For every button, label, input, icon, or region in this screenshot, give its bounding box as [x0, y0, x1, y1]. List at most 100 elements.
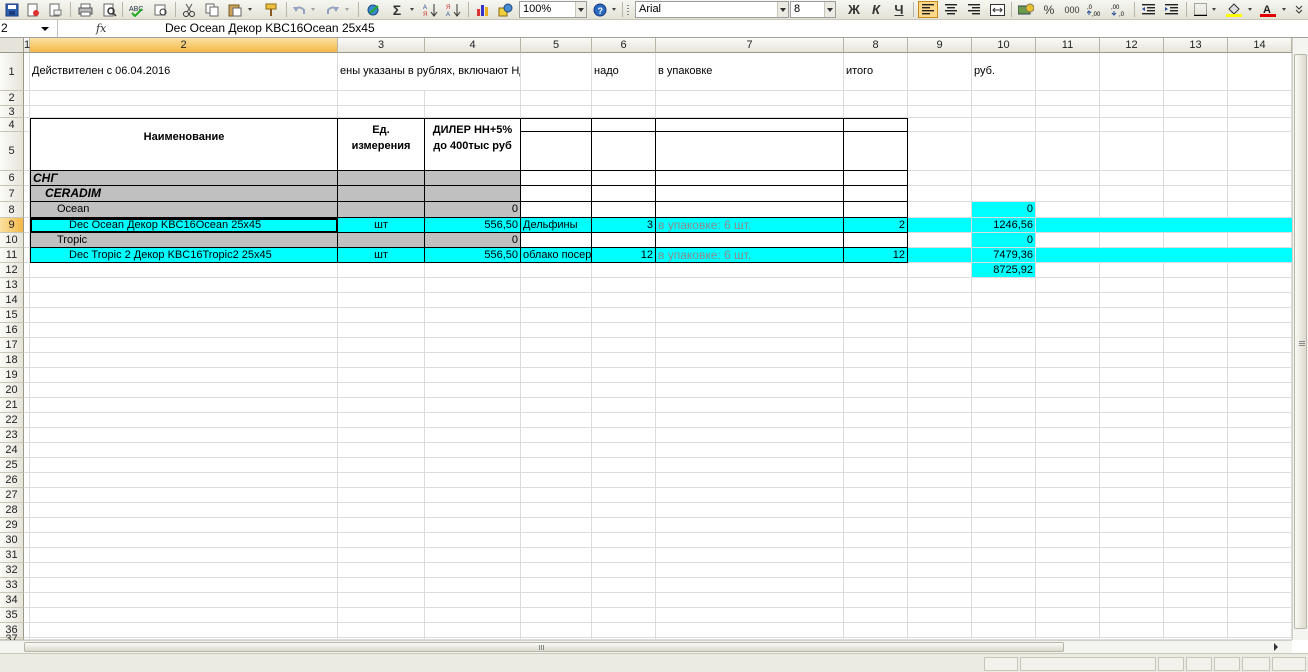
grid-cell[interactable]: [1164, 533, 1228, 548]
grid-cell[interactable]: [30, 106, 338, 118]
cell-valid-from[interactable]: Действителен с 06.04.2016: [30, 53, 338, 91]
grid-cell[interactable]: [338, 91, 425, 106]
group-ceradim[interactable]: CERADIM: [30, 186, 338, 202]
grid-cell[interactable]: [521, 443, 592, 458]
group-blank-cell[interactable]: [844, 171, 908, 186]
grid-cell[interactable]: [592, 398, 656, 413]
grid-cell[interactable]: [338, 413, 425, 428]
grid-cell[interactable]: [972, 593, 1036, 608]
group-cis[interactable]: СНГ: [30, 171, 338, 186]
grid-cell[interactable]: [425, 518, 521, 533]
product-unit-tropic[interactable]: шт: [338, 248, 425, 263]
grid-cell[interactable]: [338, 608, 425, 623]
grid-cell[interactable]: [844, 308, 908, 323]
grid-cell[interactable]: [844, 338, 908, 353]
grid-cell[interactable]: [521, 308, 592, 323]
grid-cell[interactable]: [1164, 118, 1228, 132]
grid-cell[interactable]: [592, 106, 656, 118]
paste-icon[interactable]: [226, 1, 244, 18]
grid-cell[interactable]: [425, 278, 521, 293]
grid-cell[interactable]: [338, 503, 425, 518]
decrease-indent-button[interactable]: [1139, 1, 1157, 18]
cell-header-need[interactable]: надо: [592, 53, 656, 91]
grid-cell[interactable]: [1228, 488, 1292, 503]
product-name-ocean[interactable]: Dec Ocean Декор KBC16Ocean 25x45: [30, 218, 338, 233]
row-header-23[interactable]: 23: [0, 428, 24, 443]
grid-cell[interactable]: [1100, 106, 1164, 118]
grid-cell[interactable]: [521, 53, 592, 91]
header-blank-cell[interactable]: [521, 132, 592, 171]
grid-cell[interactable]: [1228, 202, 1292, 218]
grid-cell[interactable]: [521, 323, 592, 338]
grid-cell[interactable]: [592, 533, 656, 548]
grid-cell[interactable]: [30, 518, 338, 533]
grid-cell[interactable]: [844, 413, 908, 428]
row-header-3[interactable]: 3: [0, 106, 24, 118]
highlight-fill[interactable]: [1100, 218, 1164, 233]
grid-cell[interactable]: [844, 473, 908, 488]
grid-cell[interactable]: [425, 488, 521, 503]
grid-cell[interactable]: [30, 338, 338, 353]
grid-cell[interactable]: [1164, 91, 1228, 106]
grid-cell[interactable]: [425, 323, 521, 338]
grid-cell[interactable]: [1100, 132, 1164, 171]
horizontal-scrollbar[interactable]: [0, 640, 1292, 653]
grid-cell[interactable]: [30, 533, 338, 548]
grid-cell[interactable]: [1100, 458, 1164, 473]
grid-cell[interactable]: [656, 488, 844, 503]
grid-cell[interactable]: [1036, 623, 1100, 638]
grid-cell[interactable]: [338, 593, 425, 608]
grid-cell[interactable]: [1100, 533, 1164, 548]
help-icon[interactable]: ?: [591, 1, 609, 18]
grid-cell[interactable]: [972, 338, 1036, 353]
grid-cell[interactable]: [1164, 608, 1228, 623]
font-color-dropdown-icon[interactable]: [1282, 8, 1286, 11]
grid-cell[interactable]: [972, 488, 1036, 503]
highlight-fill[interactable]: [1036, 218, 1100, 233]
grid-cell[interactable]: [844, 518, 908, 533]
grid-cell[interactable]: [1036, 53, 1100, 91]
header-blank-cell[interactable]: [656, 118, 844, 132]
grid-cell[interactable]: [338, 106, 425, 118]
grid-cell[interactable]: [521, 593, 592, 608]
grid-cell[interactable]: [844, 353, 908, 368]
grid-cell[interactable]: [1164, 233, 1228, 248]
row-header-1[interactable]: 1: [0, 53, 24, 91]
grid-cell[interactable]: [592, 353, 656, 368]
spelling-icon[interactable]: ABC: [128, 1, 146, 18]
row-header-6[interactable]: 6: [0, 171, 24, 186]
grid-cell[interactable]: [1164, 428, 1228, 443]
grid-cell[interactable]: [1100, 383, 1164, 398]
row-header-18[interactable]: 18: [0, 353, 24, 368]
grid-cell[interactable]: [30, 503, 338, 518]
grid-cell[interactable]: [1164, 202, 1228, 218]
grid-cell[interactable]: [972, 578, 1036, 593]
grid-cell[interactable]: [1036, 338, 1100, 353]
product-note-tropic[interactable]: облако посер: [521, 248, 592, 263]
grid-cell[interactable]: [521, 338, 592, 353]
grid-cell[interactable]: [908, 578, 972, 593]
grid-cell[interactable]: [425, 473, 521, 488]
grid-cell[interactable]: [592, 383, 656, 398]
grid-cell[interactable]: [521, 473, 592, 488]
grid-cell[interactable]: [656, 368, 844, 383]
grid-cell[interactable]: [30, 578, 338, 593]
grid-cell[interactable]: [425, 443, 521, 458]
subgroup-ocean-price[interactable]: 0: [425, 202, 521, 218]
email-icon[interactable]: [46, 1, 64, 18]
grid-cell[interactable]: [1036, 233, 1100, 248]
subgroup-tropic-price[interactable]: 0: [425, 233, 521, 248]
group-blank-cell[interactable]: [521, 202, 592, 218]
grid-cell[interactable]: [1036, 578, 1100, 593]
grid-cell[interactable]: [844, 428, 908, 443]
grid-cell[interactable]: [1036, 458, 1100, 473]
grid-cell[interactable]: [656, 398, 844, 413]
group-blank-cell[interactable]: [521, 186, 592, 202]
grid-cell[interactable]: [338, 368, 425, 383]
zoom-dropdown-icon[interactable]: [575, 2, 586, 17]
grid-cell[interactable]: [30, 263, 338, 278]
grid-cell[interactable]: [338, 428, 425, 443]
name-box[interactable]: 2: [0, 20, 58, 37]
grid-cell[interactable]: [1100, 488, 1164, 503]
grid-cell[interactable]: [1036, 106, 1100, 118]
